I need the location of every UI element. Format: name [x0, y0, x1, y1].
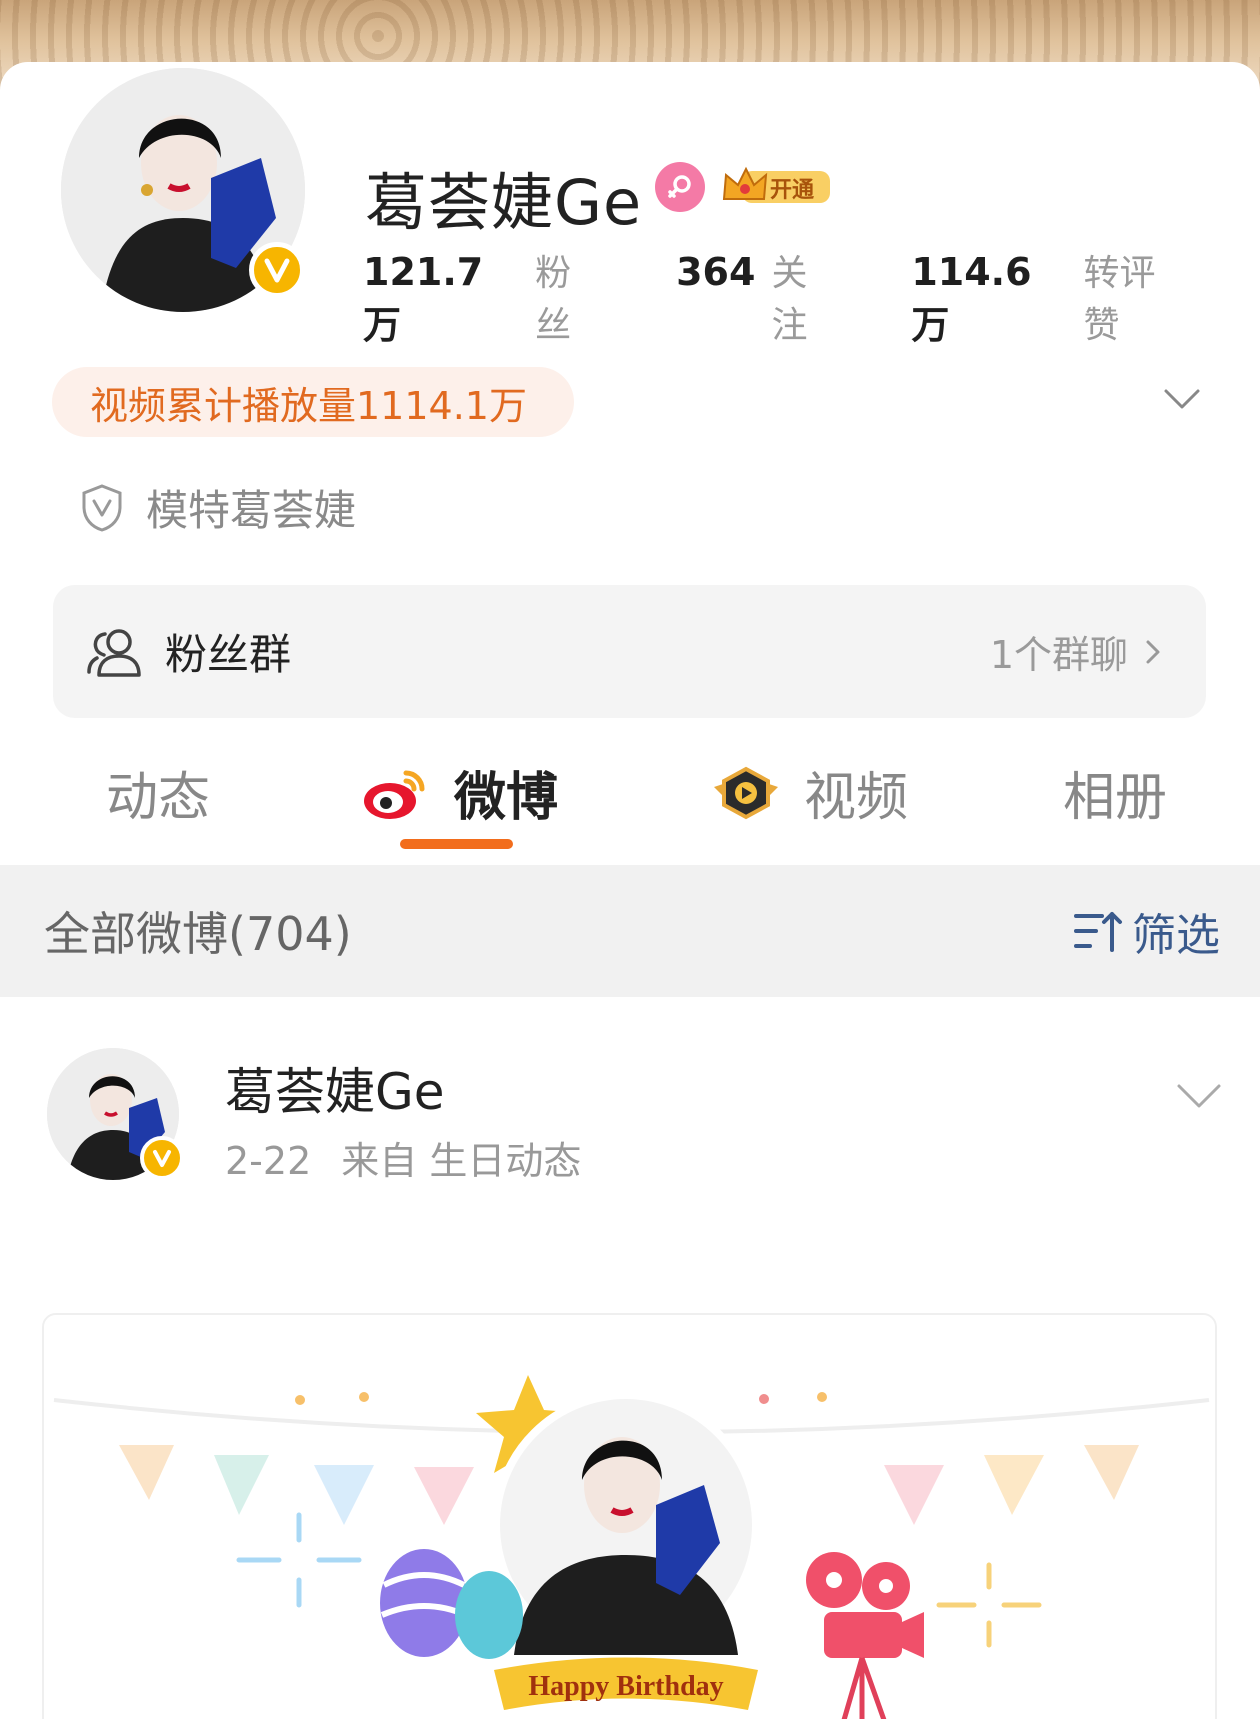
post-date: 2-22: [225, 1139, 312, 1183]
stat-followers[interactable]: 121.7万 粉丝: [363, 244, 606, 349]
happy-birthday-text: Happy Birthday: [528, 1671, 723, 1702]
profile-avatar[interactable]: [55, 62, 311, 318]
stat-following-label: 关注: [771, 253, 808, 346]
stat-following-number: 364: [676, 250, 756, 294]
certification-row: 模特葛荟婕: [80, 477, 356, 538]
filter-sort-icon: [1074, 912, 1122, 952]
post-author-name[interactable]: 葛荟婕Ge: [225, 1052, 445, 1124]
fan-group-right: 1个群聊: [990, 624, 1168, 679]
tab-video-label: 视频: [804, 768, 909, 828]
vip-open-label[interactable]: 开通: [770, 172, 814, 204]
filter-button[interactable]: 筛选: [1072, 899, 1220, 963]
post-header: 葛荟婕Ge 2-22 来自 生日动态: [0, 1040, 1260, 1190]
female-icon: [655, 162, 705, 212]
chevron-right-icon: [1146, 640, 1160, 663]
expand-chevron-down-icon[interactable]: [1160, 377, 1204, 421]
post-meta: 2-22 来自 生日动态: [225, 1130, 581, 1185]
stat-followers-label: 粉丝: [535, 253, 572, 346]
group-users-icon: [87, 628, 141, 677]
fan-group-count: 1个群聊: [989, 633, 1128, 677]
fan-group-row[interactable]: 粉丝群 1个群聊: [53, 585, 1206, 718]
tab-album[interactable]: 相册: [1063, 755, 1167, 830]
fan-group-label: 粉丝群: [165, 630, 292, 679]
birthday-illustration: Happy Birthday: [44, 1315, 1215, 1719]
tab-weibo-label: 微博: [454, 768, 559, 828]
certification-text: 模特葛荟婕: [146, 486, 357, 535]
active-tab-indicator: [400, 839, 513, 849]
shield-v-icon: [82, 483, 122, 532]
stat-following[interactable]: 364 关注: [676, 244, 841, 349]
post-menu-chevron-down-icon[interactable]: [1174, 1070, 1224, 1120]
weibo-logo-icon: [364, 770, 425, 819]
stat-interactions[interactable]: 114.6万 转评赞: [911, 244, 1190, 349]
video-play-badge-icon: [714, 766, 778, 819]
stat-interactions-number: 114.6万: [911, 250, 1032, 347]
verified-v-icon: [249, 242, 305, 298]
tab-album-label: 相册: [1063, 768, 1168, 828]
all-weibo-count: 全部微博(704): [44, 907, 352, 961]
video-plays-pill[interactable]: 视频累计播放量1114.1万: [52, 367, 574, 437]
tab-weibo[interactable]: 微博: [362, 755, 558, 830]
tab-video[interactable]: 视频: [710, 755, 908, 830]
profile-stats: 121.7万 粉丝 364 关注 114.6万 转评赞: [363, 244, 1260, 349]
filter-button-label: 筛选: [1132, 910, 1220, 961]
tab-dynamics[interactable]: 动态: [106, 755, 210, 830]
stat-interactions-label: 转评赞: [1083, 253, 1156, 346]
tab-dynamics-label: 动态: [106, 768, 211, 828]
stat-followers-number: 121.7万: [363, 250, 484, 347]
birthday-card-image[interactable]: Happy Birthday: [42, 1313, 1217, 1719]
profile-name: 葛荟婕Ge: [365, 166, 643, 239]
filter-bar: 全部微博(704) 筛选: [0, 865, 1260, 997]
post-source[interactable]: 来自 生日动态: [341, 1139, 581, 1183]
post-verified-v-icon: [140, 1136, 184, 1180]
profile-tabs: 动态 微博 视频 相册: [0, 745, 1260, 865]
